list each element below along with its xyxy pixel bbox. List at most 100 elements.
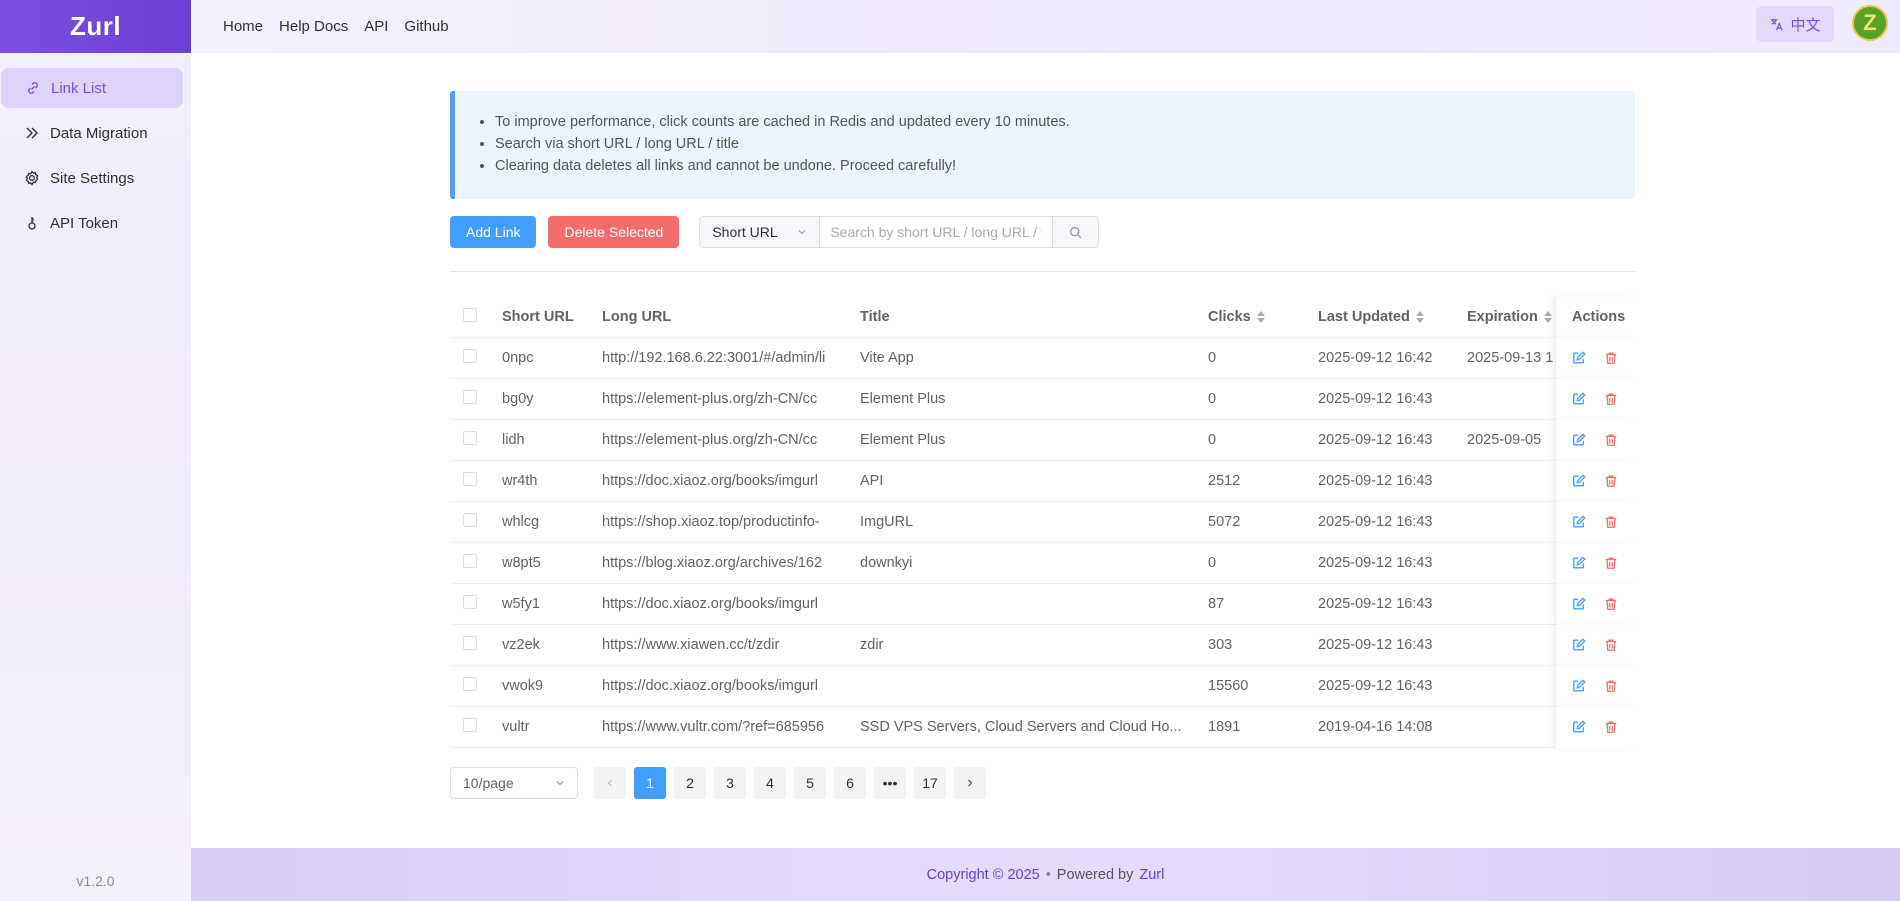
info-notice: To improve performance, click counts are… bbox=[450, 91, 1635, 199]
cell-short-url[interactable]: w5fy1 bbox=[490, 596, 590, 612]
cell-clicks: 0 bbox=[1208, 391, 1217, 407]
page-button[interactable]: 2 bbox=[674, 767, 706, 799]
language-toggle-button[interactable]: 中文 bbox=[1756, 6, 1834, 42]
avatar[interactable]: Z bbox=[1852, 5, 1888, 41]
select-all-checkbox[interactable] bbox=[463, 308, 477, 322]
page-button[interactable]: 1 bbox=[634, 767, 666, 799]
delete-icon[interactable] bbox=[1604, 597, 1618, 611]
row-checkbox[interactable] bbox=[463, 472, 477, 486]
edit-icon[interactable] bbox=[1572, 351, 1586, 365]
delete-icon[interactable] bbox=[1604, 433, 1618, 447]
cell-short-url[interactable]: vultr bbox=[490, 719, 590, 735]
delete-selected-button[interactable]: Delete Selected bbox=[548, 216, 680, 248]
cell-long-url[interactable]: https://www.vultr.com/?ref=685956 bbox=[590, 719, 848, 735]
row-checkbox[interactable] bbox=[463, 554, 477, 568]
cell-clicks: 2512 bbox=[1208, 473, 1241, 489]
sidebar-item-api-token[interactable]: API Token bbox=[0, 203, 183, 243]
version-label: v1.2.0 bbox=[76, 873, 115, 889]
column-header-last-updated[interactable]: Last Updated bbox=[1306, 309, 1455, 325]
page-button[interactable]: 4 bbox=[754, 767, 786, 799]
cell-short-url[interactable]: whlcg bbox=[490, 514, 590, 530]
row-checkbox[interactable] bbox=[463, 431, 477, 445]
cell-long-url[interactable]: https://shop.xiaoz.top/productinfo- bbox=[590, 514, 848, 530]
row-checkbox[interactable] bbox=[463, 513, 477, 527]
delete-icon[interactable] bbox=[1604, 679, 1618, 693]
row-checkbox[interactable] bbox=[463, 718, 477, 732]
sidebar-item-site-settings[interactable]: Site Settings bbox=[0, 158, 183, 198]
footer-zurl-link[interactable]: Zurl bbox=[1139, 867, 1164, 883]
nav-api-link[interactable]: API bbox=[364, 18, 388, 35]
nav-help-docs-link[interactable]: Help Docs bbox=[279, 18, 348, 35]
column-header-clicks[interactable]: Clicks bbox=[1196, 309, 1306, 325]
sort-icon[interactable] bbox=[1256, 311, 1265, 324]
cell-clicks: 303 bbox=[1208, 637, 1233, 653]
column-header-expiration[interactable]: Expiration bbox=[1455, 309, 1555, 325]
edit-icon[interactable] bbox=[1572, 474, 1586, 488]
notice-item: Search via short URL / long URL / title bbox=[495, 133, 1635, 155]
gear-icon bbox=[25, 170, 39, 186]
cell-long-url[interactable]: https://element-plus.org/zh-CN/cc bbox=[590, 391, 848, 407]
prev-page-button[interactable] bbox=[594, 767, 626, 799]
delete-icon[interactable] bbox=[1604, 351, 1618, 365]
cell-long-url[interactable]: https://www.xiawen.cc/t/zdir bbox=[590, 637, 848, 653]
cell-short-url[interactable]: vwok9 bbox=[490, 678, 590, 694]
sort-icon[interactable] bbox=[1415, 311, 1424, 324]
cell-long-url[interactable]: https://blog.xiaoz.org/archives/162 bbox=[590, 555, 848, 571]
edit-icon[interactable] bbox=[1572, 556, 1586, 570]
delete-icon[interactable] bbox=[1604, 638, 1618, 652]
add-link-button[interactable]: Add Link bbox=[450, 216, 537, 248]
delete-icon[interactable] bbox=[1604, 720, 1618, 734]
cell-short-url[interactable]: vz2ek bbox=[490, 637, 590, 653]
page-ellipsis[interactable]: ••• bbox=[874, 767, 906, 799]
search-field-select[interactable]: Short URL bbox=[700, 217, 821, 247]
cell-long-url[interactable]: https://doc.xiaoz.org/books/imgurl bbox=[590, 473, 848, 489]
edit-icon[interactable] bbox=[1572, 515, 1586, 529]
brand-logo[interactable]: Zurl bbox=[0, 0, 191, 53]
edit-icon[interactable] bbox=[1572, 597, 1586, 611]
cell-clicks: 0 bbox=[1208, 350, 1217, 366]
page-size-select[interactable]: 10/page bbox=[450, 767, 578, 799]
delete-icon[interactable] bbox=[1604, 392, 1618, 406]
sidebar-item-link-list[interactable]: Link List bbox=[1, 68, 183, 108]
nav-github-link[interactable]: Github bbox=[404, 18, 448, 35]
edit-icon[interactable] bbox=[1572, 679, 1586, 693]
page-button[interactable]: 5 bbox=[794, 767, 826, 799]
page-button[interactable]: 3 bbox=[714, 767, 746, 799]
cell-short-url[interactable]: lidh bbox=[490, 432, 590, 448]
row-checkbox[interactable] bbox=[463, 349, 477, 363]
search-button[interactable] bbox=[1052, 217, 1099, 247]
delete-icon[interactable] bbox=[1604, 474, 1618, 488]
key-icon bbox=[28, 217, 36, 230]
page-button[interactable]: 17 bbox=[914, 767, 946, 799]
cell-clicks: 1891 bbox=[1208, 719, 1241, 735]
cell-long-url[interactable]: https://doc.xiaoz.org/books/imgurl bbox=[590, 678, 848, 694]
copyright-text: Copyright © 2025 bbox=[926, 866, 1040, 883]
delete-icon[interactable] bbox=[1604, 556, 1618, 570]
row-checkbox[interactable] bbox=[463, 677, 477, 691]
cell-long-url[interactable]: http://192.168.6.22:3001/#/admin/li bbox=[590, 350, 848, 366]
row-checkbox[interactable] bbox=[463, 636, 477, 650]
search-input[interactable] bbox=[820, 217, 1053, 247]
cell-short-url[interactable]: 0npc bbox=[490, 350, 590, 366]
page-button[interactable]: 6 bbox=[834, 767, 866, 799]
cell-short-url[interactable]: bg0y bbox=[490, 391, 590, 407]
cell-short-url[interactable]: wr4th bbox=[490, 473, 590, 489]
links-table: Short URL Long URL Title Clicks Last Upd… bbox=[450, 296, 1635, 748]
row-checkbox[interactable] bbox=[463, 595, 477, 609]
cell-last-updated: 2025-09-12 16:43 bbox=[1318, 391, 1433, 407]
cell-long-url[interactable]: https://element-plus.org/zh-CN/cc bbox=[590, 432, 848, 448]
sort-icon[interactable] bbox=[1543, 311, 1552, 324]
next-page-button[interactable] bbox=[954, 767, 986, 799]
cell-long-url[interactable]: https://doc.xiaoz.org/books/imgurl bbox=[590, 596, 848, 612]
edit-icon[interactable] bbox=[1572, 638, 1586, 652]
sidebar: Zurl Link List Data Migration Site Setti… bbox=[0, 0, 191, 901]
delete-icon[interactable] bbox=[1604, 515, 1618, 529]
nav-home-link[interactable]: Home bbox=[223, 18, 263, 35]
edit-icon[interactable] bbox=[1572, 392, 1586, 406]
sidebar-item-data-migration[interactable]: Data Migration bbox=[0, 113, 183, 153]
cell-short-url[interactable]: w8pt5 bbox=[490, 555, 590, 571]
row-checkbox[interactable] bbox=[463, 390, 477, 404]
column-header-label: Last Updated bbox=[1318, 309, 1410, 325]
edit-icon[interactable] bbox=[1572, 720, 1586, 734]
edit-icon[interactable] bbox=[1572, 433, 1586, 447]
